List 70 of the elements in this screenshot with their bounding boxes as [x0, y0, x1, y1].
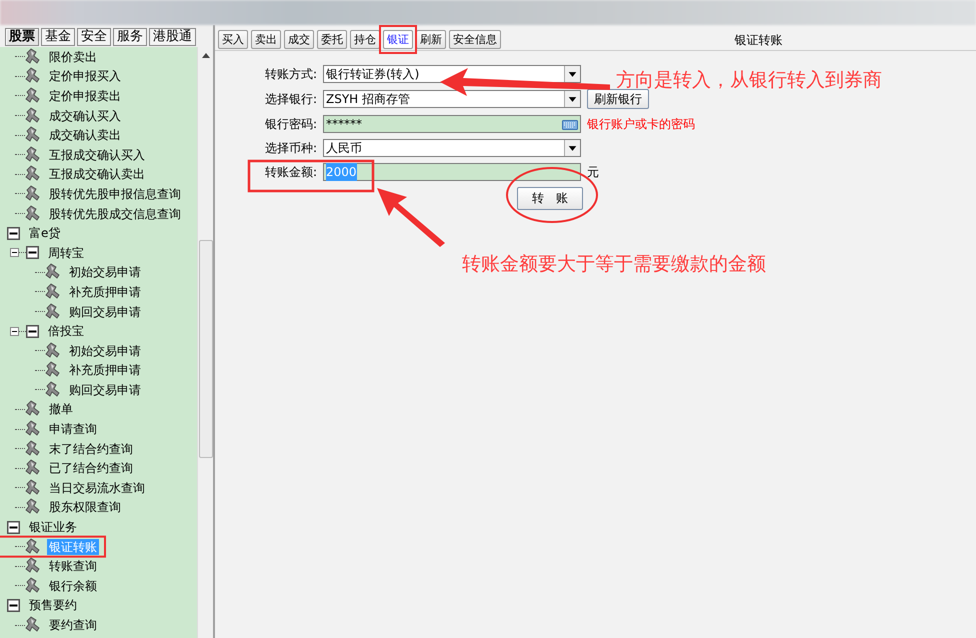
tab[interactable]: 安全: [77, 28, 111, 46]
dropdown[interactable]: 银行转证券(转入): [323, 65, 581, 83]
tree-item[interactable]: 股转优先股成交信息查询: [47, 206, 183, 222]
tree-item[interactable]: 成交确认卖出: [47, 127, 123, 144]
tree-item[interactable]: 购回交易申请: [67, 304, 143, 320]
tree-item[interactable]: 当日交易流水查询: [47, 480, 147, 496]
field-label: 转账金额:: [264, 164, 317, 181]
collapse-icon[interactable]: [26, 246, 39, 260]
toolbar-button[interactable]: 安全信息: [449, 30, 501, 49]
tree-item[interactable]: 股东权限查询: [47, 499, 123, 516]
tab[interactable]: 股票: [5, 28, 39, 46]
scroll-up-icon[interactable]: [202, 53, 210, 58]
tab[interactable]: 基金: [41, 28, 75, 46]
scrollbar-thumb[interactable]: [198, 240, 212, 458]
tree-item[interactable]: 互报成交确认买入: [47, 146, 147, 163]
unit-label: 元: [587, 164, 600, 181]
panel-title: 银证转账: [734, 32, 784, 48]
tree-item[interactable]: 已了结合约查询: [47, 460, 135, 476]
collapse-icon[interactable]: [10, 326, 19, 336]
tree-item[interactable]: 定价申报买入: [47, 68, 123, 84]
dropdown[interactable]: 人民币: [323, 139, 581, 157]
tree-item[interactable]: 互报成交确认卖出: [47, 166, 147, 182]
tree-item[interactable]: 补充质押申请: [67, 362, 143, 378]
tree-item[interactable]: 撤单: [47, 401, 75, 418]
tree-item[interactable]: 要约查询: [47, 617, 99, 634]
field-label: 转账方式:: [264, 66, 317, 83]
input-field[interactable]: ******: [323, 115, 581, 133]
scrollbar[interactable]: [197, 47, 213, 638]
tree-item[interactable]: 申请查询: [47, 421, 99, 438]
tree-item[interactable]: 购回交易申请: [67, 382, 143, 398]
field-label: 银行密码:: [264, 116, 317, 133]
tab[interactable]: 服务: [113, 28, 147, 46]
toolbar-button[interactable]: 委托: [317, 30, 347, 49]
tree-item[interactable]: 末了结合约查询: [47, 440, 135, 457]
tree-item[interactable]: 定价申报卖出: [47, 88, 123, 104]
tree-group[interactable]: 倍投宝: [46, 323, 86, 340]
transfer-button[interactable]: 转 账: [517, 187, 583, 210]
tree-item[interactable]: 银行余额: [47, 578, 99, 594]
tree-group[interactable]: 银证业务: [27, 519, 79, 536]
collapse-icon[interactable]: [7, 226, 20, 240]
field-label: 选择币种:: [264, 140, 317, 157]
dropdown[interactable]: ZSYH 招商存管: [323, 90, 581, 108]
tree-group[interactable]: 富e贷: [27, 225, 62, 242]
annotation-arrow: [377, 188, 445, 247]
tree-group[interactable]: 周转宝: [46, 244, 86, 261]
toolbar-button[interactable]: 银证: [383, 30, 413, 49]
toolbar-button[interactable]: 买入: [218, 30, 248, 49]
keyboard-icon[interactable]: [562, 118, 578, 130]
tree-item[interactable]: 股转优先股申报信息查询: [47, 186, 183, 202]
toolbar-button[interactable]: 刷新: [416, 30, 446, 49]
tab[interactable]: 港股通: [149, 28, 196, 46]
toolbar-button[interactable]: 卖出: [251, 30, 281, 49]
collapse-icon[interactable]: [26, 324, 39, 338]
toolbar-button[interactable]: 持仓: [350, 30, 380, 49]
refresh-bank-button[interactable]: 刷新银行: [587, 89, 649, 109]
tree-group[interactable]: 预售要约: [27, 597, 79, 614]
hint-text: 银行账户或卡的密码: [587, 116, 696, 133]
tree-item[interactable]: 成交确认买入: [47, 108, 123, 124]
toolbar-button[interactable]: 成交: [284, 30, 314, 49]
collapse-icon[interactable]: [7, 598, 20, 612]
collapse-icon[interactable]: [7, 520, 20, 534]
highlight-frame: [379, 25, 417, 54]
collapse-icon[interactable]: [10, 248, 19, 258]
tree-item[interactable]: 初始交易申请: [67, 342, 143, 359]
tree-item[interactable]: 初始交易申请: [67, 264, 143, 280]
tree-item[interactable]: 转账查询: [47, 558, 99, 574]
annotation-text: 转账金额要大于等于需要缴款的金额: [462, 252, 766, 277]
field-label: 选择银行:: [264, 91, 317, 108]
tree-item[interactable]: 补充质押申请: [67, 284, 143, 300]
tree-item[interactable]: 限价卖出: [47, 48, 99, 65]
